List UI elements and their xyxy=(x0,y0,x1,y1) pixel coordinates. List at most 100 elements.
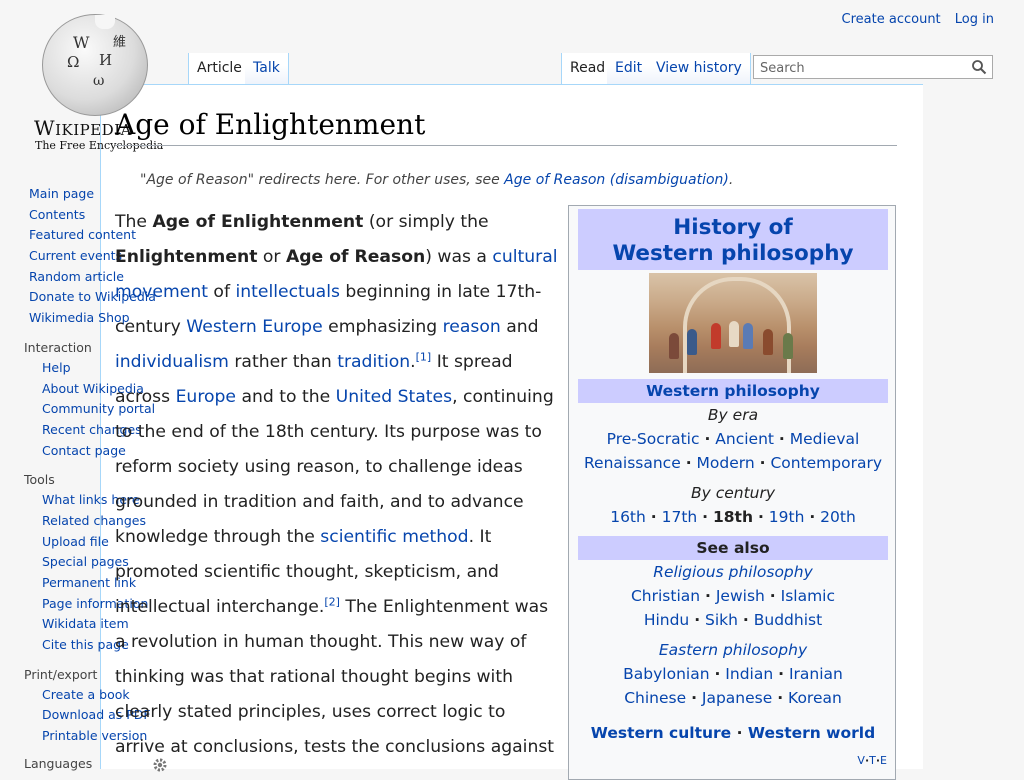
body-text: , continuing to the end of the 18th cent… xyxy=(115,387,554,547)
link-chinese[interactable]: Chinese xyxy=(624,689,686,707)
infobox-subtitle-link[interactable]: Western philosophy xyxy=(578,379,888,403)
link-western-europe[interactable]: Western Europe xyxy=(186,317,322,337)
separator-dot: · xyxy=(757,508,764,526)
body-text: and xyxy=(500,317,539,337)
infobox-label-by-era: By era xyxy=(707,406,759,424)
link-19th-century[interactable]: 19th xyxy=(769,508,805,526)
link-japanese[interactable]: Japanese xyxy=(702,689,772,707)
link-korean[interactable]: Korean xyxy=(788,689,842,707)
link-contemporary[interactable]: Contemporary xyxy=(770,454,882,472)
body-text: emphasizing xyxy=(322,317,443,337)
tab-edit[interactable]: Edit xyxy=(607,53,652,84)
separator-dot: · xyxy=(691,689,697,707)
link-iranian[interactable]: Iranian xyxy=(789,665,843,683)
current-century: 18th xyxy=(712,508,753,526)
body-text: of xyxy=(207,282,236,302)
link-tradition[interactable]: tradition xyxy=(337,352,410,372)
infobox-eastern-row: Chinese · Japanese · Korean xyxy=(578,686,888,710)
search-icon[interactable] xyxy=(971,59,987,75)
infobox-title-line: Western philosophy xyxy=(612,241,854,266)
infobox-western-philosophy: History of Western philosophy Western ph… xyxy=(568,205,896,780)
separator-dot: · xyxy=(759,454,766,472)
infobox-title-line: History of xyxy=(673,215,793,240)
link-individualism[interactable]: individualism xyxy=(115,352,229,372)
link-islamic[interactable]: Islamic xyxy=(781,587,835,605)
link-medieval[interactable]: Medieval xyxy=(790,430,860,448)
article-lead-paragraph: The Age of Enlightenment (or simply the … xyxy=(115,205,560,765)
hatnote-text: "Age of Reason" redirects here. For othe… xyxy=(140,172,505,188)
globe-glyph: W xyxy=(73,33,90,52)
link-babylonian[interactable]: Babylonian xyxy=(623,665,709,683)
infobox-religion-row: Hindu · Sikh · Buddhist xyxy=(578,608,888,632)
tab-talk[interactable]: Talk xyxy=(245,53,289,84)
separator-dot: · xyxy=(685,454,692,472)
search-box xyxy=(753,55,993,79)
link-sikh[interactable]: Sikh xyxy=(705,611,738,629)
link-modern[interactable]: Modern xyxy=(697,454,755,472)
link-hindu[interactable]: Hindu xyxy=(644,611,689,629)
vte-talk-link[interactable]: T xyxy=(869,754,876,767)
separator-dot: · xyxy=(742,611,749,629)
separator-dot: · xyxy=(769,587,776,605)
globe-glyph: ω xyxy=(93,73,105,89)
search-input[interactable] xyxy=(758,57,967,79)
link-eastern-philosophy[interactable]: Eastern philosophy xyxy=(578,638,888,662)
separator-dot: · xyxy=(705,587,711,605)
create-account-link[interactable]: Create account xyxy=(842,12,941,27)
infobox-see-also-heading: See also xyxy=(578,536,888,560)
separator-dot: · xyxy=(702,508,709,526)
infobox-religion-row: Christian · Jewish · Islamic xyxy=(578,584,888,608)
body-text: The xyxy=(115,212,153,232)
link-christian[interactable]: Christian xyxy=(631,587,700,605)
link-16th-century[interactable]: 16th xyxy=(610,508,646,526)
link-jewish[interactable]: Jewish xyxy=(716,587,765,605)
body-text: (or simply the xyxy=(363,212,489,232)
navbox-vte: V·T·E xyxy=(857,754,887,767)
bold-term: Enlightenment xyxy=(115,247,258,267)
link-pre-socratic[interactable]: Pre-Socratic xyxy=(607,430,700,448)
link-renaissance[interactable]: Renaissance xyxy=(584,454,681,472)
tab-view-history[interactable]: View history xyxy=(648,53,751,84)
infobox-century-row: 16th · 17th · 18th · 19th · 20th xyxy=(578,505,888,529)
separator-dot: · xyxy=(778,430,785,448)
link-western-world[interactable]: Western world xyxy=(748,724,875,742)
link-buddhist[interactable]: Buddhist xyxy=(754,611,822,629)
hatnote-disambiguation-link[interactable]: Age of Reason (disambiguation) xyxy=(504,172,729,188)
body-text: ) was a xyxy=(425,247,493,267)
body-text: rather than xyxy=(228,352,338,372)
link-western-culture[interactable]: Western culture xyxy=(591,724,731,742)
separator-dot: · xyxy=(777,689,784,707)
infobox-footer-row: Western culture · Western world xyxy=(578,721,888,745)
link-ancient[interactable]: Ancient xyxy=(715,430,774,448)
school-of-athens-image[interactable] xyxy=(649,273,817,373)
link-united-states[interactable]: United States xyxy=(336,387,452,407)
body-text: and to the xyxy=(236,387,336,407)
globe-glyph: И xyxy=(99,51,113,69)
infobox-era-row: Pre-Socratic · Ancient · Medieval xyxy=(578,427,888,451)
infobox-title[interactable]: History of Western philosophy xyxy=(578,209,888,270)
separator-dot: · xyxy=(714,665,721,683)
log-in-link[interactable]: Log in xyxy=(955,12,994,27)
link-religious-philosophy[interactable]: Religious philosophy xyxy=(578,560,888,584)
infobox-era-row: Renaissance · Modern · Contemporary xyxy=(578,451,888,475)
vte-view-link[interactable]: V xyxy=(857,754,865,767)
wordmark-initial: W xyxy=(34,116,56,140)
globe-glyph: Ω xyxy=(67,53,80,71)
link-17th-century[interactable]: 17th xyxy=(662,508,698,526)
puzzle-globe-icon: W Ω И ω 維 xyxy=(42,14,148,116)
separator-dot: · xyxy=(650,508,657,526)
link-reason[interactable]: reason xyxy=(443,317,501,337)
citation-ref-1[interactable]: [1] xyxy=(416,350,432,363)
link-intellectuals[interactable]: intellectuals xyxy=(235,282,339,302)
separator-dot: · xyxy=(809,508,816,526)
tab-article[interactable]: Article xyxy=(188,53,251,84)
separator-dot: · xyxy=(694,611,701,629)
infobox-eastern-row: Babylonian · Indian · Iranian xyxy=(578,662,888,686)
link-indian[interactable]: Indian xyxy=(725,665,773,683)
vte-edit-link[interactable]: E xyxy=(880,754,887,767)
link-europe[interactable]: Europe xyxy=(176,387,236,407)
link-20th-century[interactable]: 20th xyxy=(820,508,856,526)
citation-ref-2[interactable]: [2] xyxy=(324,595,340,608)
bold-term: Age of Enlightenment xyxy=(152,212,364,232)
link-scientific-method[interactable]: scientific method xyxy=(320,527,468,547)
